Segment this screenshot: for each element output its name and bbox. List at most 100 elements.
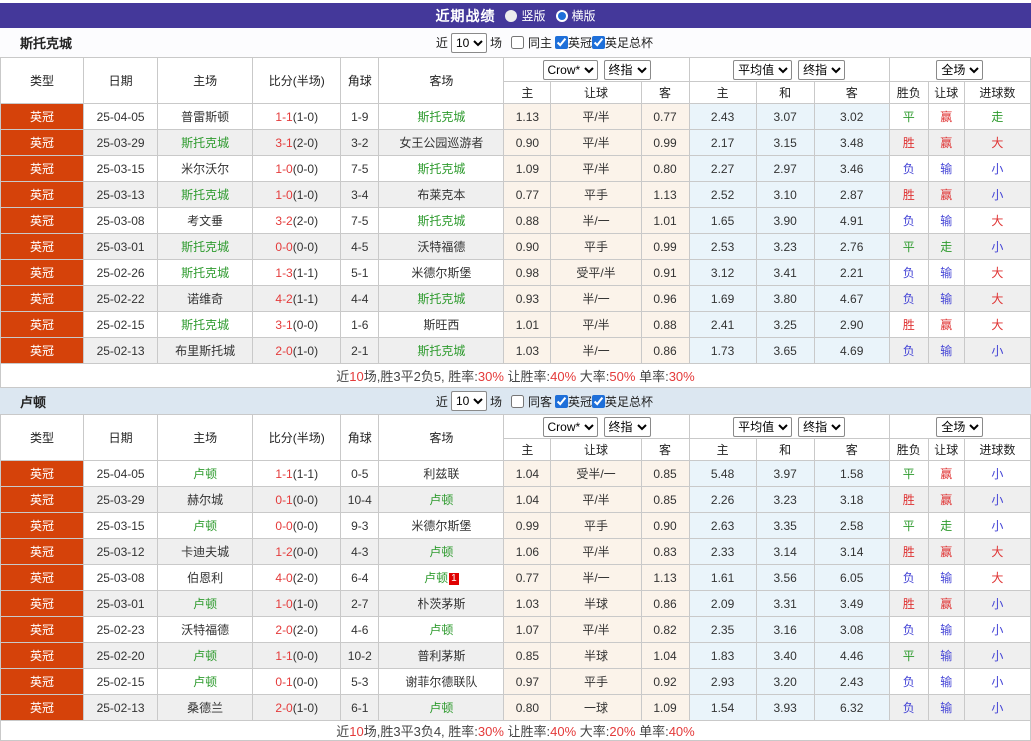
avg-draw-odds-cell: 3.93 [755,694,815,721]
bookmaker-select[interactable]: Crow* [542,59,598,80]
handicap-away-odds-cell: 0.99 [640,233,690,260]
match-row: 英冠 25-02-15 斯托克城 3-1(0-0) 1-6 斯旺西 1.01 平/半 0.88 2… [0,311,1031,338]
result-wdl-cell: 胜 [888,311,929,338]
handicap-line-cell: 平手 [550,233,642,260]
away-team-name: 沃特福德 [417,240,466,254]
horizontal-layout-radio[interactable]: 横版 [555,7,596,24]
bookmaker-select[interactable]: Crow* [542,416,598,437]
result-handicap-cell: 输 [927,259,965,286]
summary-stat-label: 让胜率: [503,724,551,739]
corner-cell: 10-2 [340,642,380,669]
full-match-select[interactable]: 全场 [936,416,984,437]
league-filter-checkbox[interactable] [591,394,605,408]
home-team-cell: 斯托克城 [157,181,254,208]
league-cell: 英冠 [0,564,85,591]
avg-home-odds-cell: 2.33 [688,538,757,565]
avg-home-odds-cell: 2.53 [688,233,757,260]
score-cell: 3-1(2-0) [252,129,342,156]
avg-away-odds-cell: 3.18 [813,486,890,513]
result-handicap-cell: 走 [927,233,965,260]
avg-draw-odds-cell: 3.23 [755,486,815,513]
result-goals-cell: 小 [963,155,1031,182]
final-odds-select-2[interactable]: 终指 [798,416,846,437]
avg-away-odds-cell: 2.87 [813,181,890,208]
date-cell: 25-03-15 [83,512,159,539]
col-header-result-handicap: 让球 [927,81,965,104]
fulltime-score: 4-2 [275,291,293,306]
result-goals-cell: 小 [963,512,1031,539]
final-odds-select-2[interactable]: 终指 [798,59,846,80]
date-cell: 25-02-23 [83,616,159,643]
summary-stat-value: 30% [477,724,504,739]
fulltime-score: 1-1 [275,648,293,663]
league-filter-1[interactable]: 英足总杯 [591,34,653,51]
average-select[interactable]: 平均值 [733,59,793,80]
home-team-name: 斯托克城 [181,136,230,150]
league-cell: 英冠 [0,512,85,539]
date-cell: 25-03-12 [83,538,159,565]
handicap-away-odds-cell: 0.80 [640,155,690,182]
handicap-line-cell: 半/一 [550,207,642,234]
avg-away-odds-cell: 4.69 [813,337,890,364]
final-odds-select[interactable]: 终指 [603,416,651,437]
away-team-cell: 沃特福德 [378,233,505,260]
radio-unselected-icon [505,9,518,22]
summary-stat-value: 40% [550,724,577,739]
avg-home-odds-cell: 1.83 [688,642,757,669]
summary-stat-value: 50% [609,369,636,384]
handicap-away-odds-cell: 0.77 [640,103,690,130]
avg-draw-odds-cell: 3.80 [755,285,815,312]
home-team-name: 斯托克城 [181,188,230,202]
section-title-row: 卢顿 近 10 场 同客 英冠 英足总杯 [0,388,1031,414]
away-team-name: 卢顿 [424,571,449,585]
handicap-away-odds-cell: 0.88 [640,311,690,338]
league-filter-checkbox[interactable] [554,394,568,408]
final-odds-select[interactable]: 终指 [603,59,651,80]
handicap-home-odds-cell: 1.13 [503,103,552,130]
same-venue-label: 同主 [527,36,552,50]
col-header-handicap-line: 让球 [550,81,642,104]
same-venue-checkbox[interactable] [510,36,524,49]
match-count-select[interactable]: 10 [450,32,487,53]
radio-selected-icon [555,9,568,22]
halftime-score: (1-1) [292,265,319,280]
result-text: 小 [991,597,1004,611]
away-team-name: 女王公园巡游者 [399,136,484,150]
halftime-score: (1-0) [292,187,319,202]
match-row: 英冠 25-03-01 斯托克城 0-0(0-0) 4-5 沃特福德 0.90 平手 0.99 2… [0,233,1031,260]
vertical-layout-radio[interactable]: 竖版 [505,7,546,24]
league-filter-0[interactable]: 英冠 [554,393,592,410]
league-filter-checkbox[interactable] [554,36,568,49]
same-venue-checkbox[interactable] [510,394,524,408]
halftime-score: (1-0) [292,343,319,358]
handicap-home-odds-cell: 1.09 [503,155,552,182]
result-handicap-cell: 输 [927,155,965,182]
summary-stat-label: 场,胜3平3负4, 胜率: [363,724,478,739]
match-count-select[interactable]: 10 [450,391,487,411]
home-team-name: 斯托克城 [181,318,230,332]
summary-stat-label: 近 [336,724,350,739]
league-filter-checkbox[interactable] [591,36,605,49]
score-cell: 1-3(1-1) [252,259,342,286]
fulltime-score: 0-0 [275,518,293,533]
average-select[interactable]: 平均值 [733,416,793,437]
result-goals-cell: 小 [963,486,1031,513]
fulltime-score: 1-0 [275,596,293,611]
match-row: 英冠 25-02-13 布里斯托城 2-0(1-0) 2-1 斯托克城 1.03 半/一 0.8… [0,337,1031,364]
match-row: 英冠 25-03-15 卢顿 0-0(0-0) 9-3 米德尔斯堡 0.99 平手 0.90 2.… [0,512,1031,539]
away-team-name: 米德尔斯堡 [411,519,472,533]
result-text: 负 [902,623,915,637]
away-team-cell: 斯托克城 [378,155,505,182]
league-filter-1[interactable]: 英足总杯 [591,393,653,410]
fulltime-score: 3-1 [275,135,293,150]
handicap-home-odds-cell: 1.04 [503,460,552,487]
avg-home-odds-cell: 2.27 [688,155,757,182]
result-text: 小 [991,188,1004,202]
league-filter-0[interactable]: 英冠 [554,34,592,51]
away-team-name: 卢顿 [429,701,454,715]
result-text: 走 [940,240,953,254]
league-cell: 英冠 [0,233,85,260]
result-wdl-cell: 平 [888,233,929,260]
full-match-select[interactable]: 全场 [936,59,984,80]
away-team-cell: 女王公园巡游者 [378,129,505,156]
